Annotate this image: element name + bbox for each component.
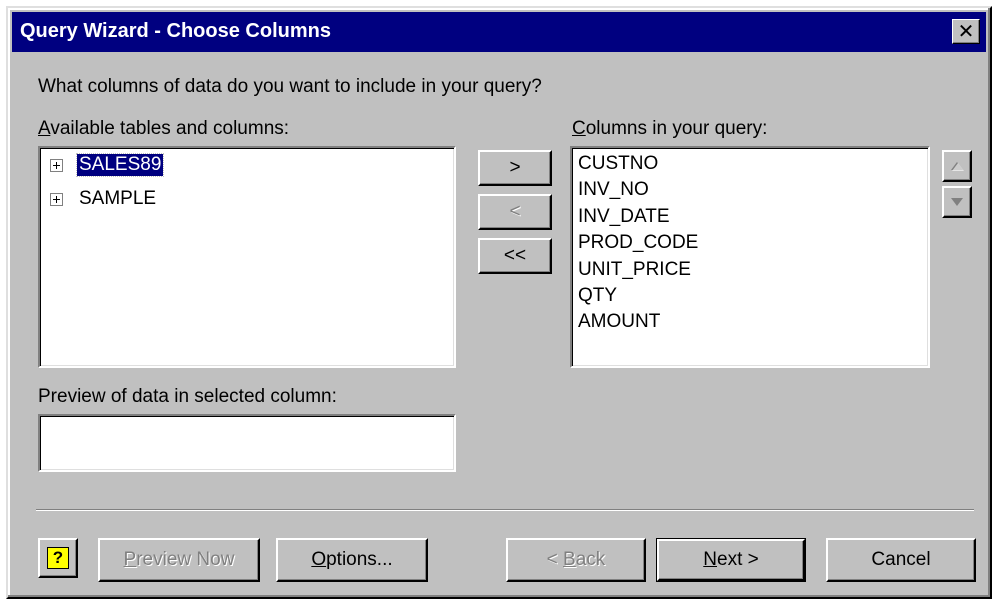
preview-now-button[interactable]: Preview Now [98,538,260,582]
available-label-key: A [38,118,51,139]
query-columns-label: Columns in your query: [572,118,767,140]
tree-item-sample[interactable]: SAMPLE [50,186,158,212]
remove-all-columns-button[interactable]: << [478,238,552,274]
options-button[interactable]: Options... [276,538,428,582]
list-item[interactable]: INV_DATE [578,204,698,230]
title-bar[interactable]: Query Wizard - Choose Columns ✕ [12,12,986,52]
back-rest: ack [575,549,606,570]
query-columns-label-rest: olumns in your query: [585,118,768,139]
remove-column-button[interactable]: < [478,194,552,230]
help-icon: ? [47,547,69,569]
list-item[interactable]: INV_NO [578,177,698,203]
tree-item-label: SAMPLE [79,188,157,209]
preview-label: Preview of data in selected column: [38,386,337,407]
options-key: O [311,549,327,570]
available-tables-tree[interactable]: SALES89 SAMPLE [38,146,456,368]
preview-now-rest: review Now [136,549,235,570]
back-button[interactable]: < Back [506,538,646,582]
help-button[interactable]: ? [38,538,78,578]
move-up-button[interactable] [942,150,972,182]
preview-field[interactable] [38,414,456,472]
next-key: N [703,549,717,570]
query-wizard-dialog: Query Wizard - Choose Columns ✕ What col… [6,6,992,599]
list-item[interactable]: QTY [578,283,698,309]
list-item[interactable]: UNIT_PRICE [578,257,698,283]
close-icon: ✕ [957,21,975,43]
up-arrow-icon [951,162,964,171]
preview-now-key: P [123,549,137,570]
list-item[interactable]: AMOUNT [578,309,698,335]
down-arrow-icon [951,198,963,206]
tree-item-label: SALES89 [75,153,165,177]
tree-item-sales89[interactable]: SALES89 [50,152,165,178]
available-label-rest: vailable tables and columns: [50,118,290,139]
next-button[interactable]: Next > [656,538,806,582]
prompt-text: What columns of data do you want to incl… [38,76,542,97]
back-prefix: < [546,549,564,570]
list-item[interactable]: CUSTNO [578,151,698,177]
close-button[interactable]: ✕ [952,19,980,44]
divider [36,509,974,511]
cancel-button[interactable]: Cancel [826,538,976,582]
list-item[interactable]: PROD_CODE [578,230,698,256]
window-title: Query Wizard - Choose Columns [20,20,331,42]
query-columns-list[interactable]: CUSTNO INV_NO INV_DATE PROD_CODE UNIT_PR… [570,146,930,368]
expand-icon[interactable] [50,158,63,172]
query-columns-label-key: C [572,118,586,139]
next-rest: ext > [717,549,759,570]
expand-icon[interactable] [50,192,63,206]
back-key: B [563,549,576,570]
add-column-button[interactable]: > [478,150,552,186]
options-rest: ptions... [326,549,393,570]
available-label: Available tables and columns: [38,118,289,140]
move-down-button[interactable] [942,186,972,218]
